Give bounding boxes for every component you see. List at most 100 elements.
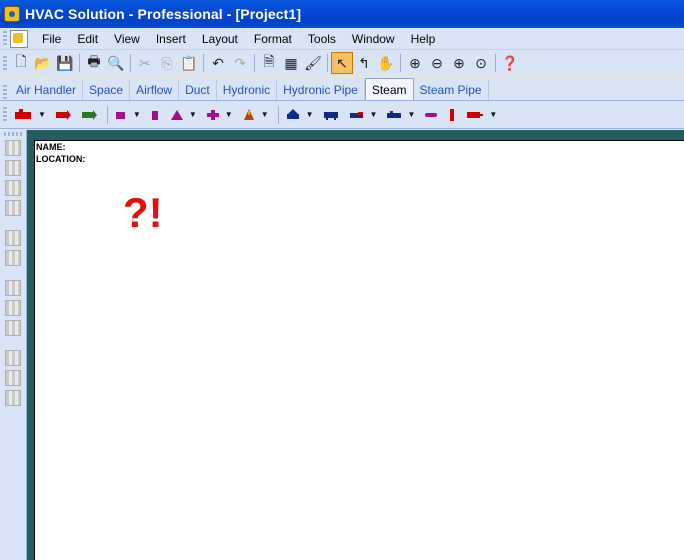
tab-steam-pipe[interactable]: Steam Pipe [414, 80, 489, 100]
zoom-fit-icon[interactable]: ⊕ [448, 52, 470, 74]
unit-heater-icon [323, 111, 338, 120]
menu-file[interactable]: File [34, 32, 69, 46]
send-to-back-icon[interactable] [5, 390, 21, 406]
menu-insert[interactable]: Insert [148, 32, 194, 46]
connector-icon[interactable]: ↰ [353, 52, 375, 74]
menu-tools[interactable]: Tools [300, 32, 344, 46]
chevron-down-icon[interactable]: ▼ [261, 110, 269, 119]
cut-icon[interactable]: ✂ [134, 52, 156, 74]
steam-unit-heater-tool[interactable] [320, 109, 342, 121]
menu-view[interactable]: View [106, 32, 148, 46]
toolbar-separator [277, 105, 279, 124]
zoom-page-icon[interactable]: ⊙ [470, 52, 492, 74]
print-icon[interactable]: 🖶 [83, 52, 105, 74]
chevron-down-icon[interactable]: ▼ [38, 110, 46, 119]
chevron-down-icon[interactable]: ▼ [370, 110, 378, 119]
steam-header-tool[interactable]: ▼ [463, 109, 499, 121]
distribute-horizontal-icon[interactable] [5, 230, 21, 246]
tab-air-handler[interactable]: Air Handler [10, 80, 84, 100]
paste-icon[interactable]: 📋 [178, 52, 200, 74]
parts-grip-handle[interactable] [3, 107, 7, 122]
menu-help[interactable]: Help [403, 32, 444, 46]
steam-coil-tool[interactable]: ▼ [282, 108, 316, 121]
steam-radiator-tool[interactable]: ▼ [346, 109, 380, 121]
toolbar-separator [203, 54, 204, 72]
toolbar-grip-handle[interactable] [3, 55, 7, 71]
steam-riser-tool[interactable] [445, 108, 459, 121]
open-icon[interactable]: 📂 [32, 52, 54, 74]
steam-boiler-tool[interactable]: ▼ [10, 108, 48, 121]
steam-pump-tool[interactable]: ▼ [111, 109, 143, 121]
tabs-grip-handle[interactable] [3, 85, 7, 100]
chevron-down-icon[interactable]: ▼ [133, 110, 141, 119]
chevron-down-icon[interactable]: ▼ [225, 110, 233, 119]
steam-fitting-tool[interactable]: ▼ [203, 109, 235, 121]
tab-duct[interactable]: Duct [179, 80, 217, 100]
steam-pipe-segment-tool[interactable] [421, 109, 441, 121]
question-exclamation-symbol[interactable]: ?! [123, 189, 163, 237]
steam-parts-toolbar: ▼ ▼ ▼ ▼ ▼ ▼ ▼ ▼ ▼ [0, 101, 684, 129]
new-icon[interactable]: 🗋 [10, 52, 32, 74]
chevron-down-icon[interactable]: ▼ [306, 110, 314, 119]
format-painter-icon[interactable]: 🖌 [302, 52, 324, 74]
save-icon[interactable]: 💾 [54, 52, 76, 74]
tab-steam[interactable]: Steam [364, 78, 414, 100]
align-right-icon[interactable] [5, 180, 21, 196]
standard-toolbar: 🗋 📂 💾 🖶 🔍 ✂ ⎘ 📋 ↶ ↷ 🗎 ▦ 🖌 ↖ ↰ ✋ ⊕ ⊖ ⊕ ⊙ … [0, 49, 684, 76]
location-label: LOCATION: [36, 154, 86, 164]
app-icon[interactable] [4, 6, 20, 22]
menu-layout[interactable]: Layout [194, 32, 246, 46]
same-size-icon[interactable] [5, 320, 21, 336]
zoom-out-icon[interactable]: ⊖ [426, 52, 448, 74]
bring-to-front-icon[interactable] [5, 350, 21, 366]
align-center-icon[interactable] [5, 160, 21, 176]
tab-space[interactable]: Space [83, 80, 131, 100]
radiator-icon [349, 111, 363, 118]
align-left-icon[interactable] [5, 140, 21, 156]
chevron-down-icon[interactable]: ▼ [489, 110, 497, 119]
fitting-icon [206, 109, 219, 120]
menu-edit[interactable]: Edit [69, 32, 106, 46]
toolbar-separator [106, 105, 108, 124]
select-pointer-icon[interactable]: ↖ [331, 52, 353, 74]
steam-heat-exchanger-tool[interactable]: ▼ [383, 109, 417, 121]
chevron-down-icon[interactable]: ▼ [189, 110, 197, 119]
tab-hydronic[interactable]: Hydronic [217, 80, 278, 100]
copy-icon[interactable]: ⎘ [156, 52, 178, 74]
valve-icon [81, 109, 97, 120]
pan-hand-icon[interactable]: ✋ [375, 52, 397, 74]
toolbar-separator [79, 54, 80, 72]
toolbar-separator [254, 54, 255, 72]
steam-valve-tool[interactable] [78, 109, 100, 121]
calculator-icon[interactable]: ▦ [280, 52, 302, 74]
left-toolbar-grip-handle[interactable] [4, 132, 22, 136]
toolbar-separator [400, 54, 401, 72]
same-width-icon[interactable] [5, 280, 21, 296]
menu-bar: File Edit View Insert Layout Format Tool… [0, 28, 684, 49]
chevron-down-icon[interactable]: ▼ [407, 110, 415, 119]
zoom-in-icon[interactable]: ⊕ [404, 52, 426, 74]
menu-format[interactable]: Format [246, 32, 300, 46]
center-horizontal-icon[interactable] [5, 370, 21, 386]
toolbar-separator [327, 54, 328, 72]
document-window-icon[interactable] [10, 29, 28, 48]
tab-hydronic-pipe[interactable]: Hydronic Pipe [277, 80, 365, 100]
steam-separator-tool[interactable]: ▼ [167, 109, 199, 121]
menu-grip-handle[interactable] [3, 31, 7, 46]
properties-icon[interactable]: 🗎 [258, 52, 280, 74]
help-icon[interactable]: ❓ [499, 52, 521, 74]
redo-icon[interactable]: ↷ [229, 52, 251, 74]
undo-icon[interactable]: ↶ [207, 52, 229, 74]
menu-window[interactable]: Window [344, 32, 403, 46]
steam-flash-tank-tool[interactable]: ▼ [239, 108, 271, 121]
pipe-segment-icon [425, 112, 438, 117]
trap-icon [55, 109, 71, 120]
distribute-vertical-icon[interactable] [5, 250, 21, 266]
align-top-icon[interactable] [5, 200, 21, 216]
same-height-icon[interactable] [5, 300, 21, 316]
steam-tank-tool[interactable] [147, 109, 163, 121]
drawing-canvas[interactable]: NAME: LOCATION: ?! [34, 140, 684, 560]
print-preview-icon[interactable]: 🔍 [105, 52, 127, 74]
tab-airflow[interactable]: Airflow [130, 80, 180, 100]
steam-trap-tool[interactable] [52, 109, 74, 121]
